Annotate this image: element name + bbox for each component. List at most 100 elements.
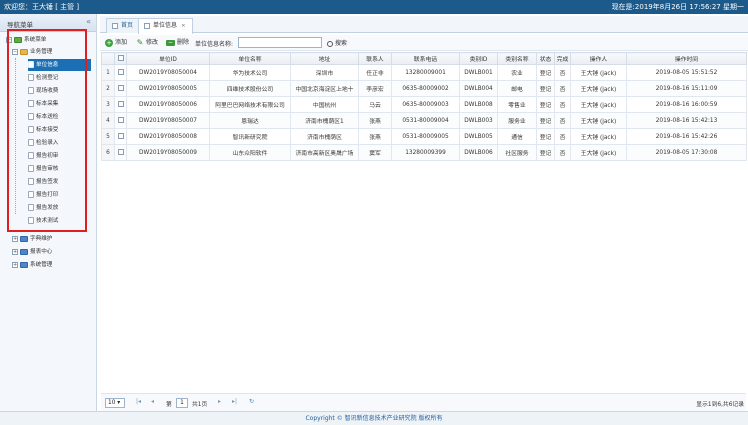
search-label: 单位信息名称:	[195, 41, 234, 48]
nav-item-business-5[interactable]: 标本接受	[28, 124, 58, 136]
page-number-input[interactable]: 1	[176, 398, 188, 408]
row-checkbox[interactable]	[117, 85, 124, 92]
search-input[interactable]	[238, 37, 322, 48]
nav-sidebar: 导航菜单 « − 系统菜单 − 业务管理 单位信息 检测登记 现场收费 标本采集 标本送检 标本接…	[0, 14, 97, 411]
nav-item-label: 报告审核	[36, 166, 59, 172]
page-icon	[28, 165, 34, 172]
collapse-toggle-icon[interactable]: −	[12, 48, 18, 55]
table-cell: DW2019Y08050006	[126, 96, 210, 113]
table-cell: 13280009399	[391, 144, 460, 161]
nav-root-system-menu[interactable]: − 系统菜单	[6, 34, 46, 46]
row-checkbox[interactable]	[117, 101, 124, 108]
table-cell: 济南市高新区奥晟广场	[290, 144, 359, 161]
page-icon	[28, 178, 34, 185]
row-checkbox[interactable]	[117, 133, 124, 140]
nav-group-bottom-0[interactable]: + 字典维护	[12, 233, 52, 245]
column-header[interactable]: 地址	[290, 52, 359, 65]
first-page-icon[interactable]: |◂	[136, 398, 141, 405]
table-cell: 零售业	[497, 96, 537, 113]
table-cell: DWLB005	[459, 128, 498, 145]
nav-item-label: 报告发放	[36, 205, 59, 211]
column-header[interactable]: 类别ID	[459, 52, 498, 65]
row-select-cell[interactable]	[114, 128, 127, 145]
page-prefix: 第	[166, 402, 172, 408]
unit-info-table: 单位ID 单位名称 地址 联系人 联系电话 类别ID 类别名称 状态 完成 操作…	[101, 52, 747, 161]
select-all-header[interactable]	[114, 52, 127, 65]
nav-item-business-7[interactable]: 报告初审	[28, 150, 58, 162]
select-all-checkbox[interactable]	[117, 55, 124, 62]
close-tab-icon[interactable]: ×	[181, 23, 186, 29]
row-select-cell[interactable]	[114, 80, 127, 97]
table-row[interactable]: 6 DW2019Y08050009 山东众阳软件 济南市高新区奥晟广场 窦军 132800…	[101, 144, 747, 161]
column-header[interactable]: 单位名称	[209, 52, 291, 65]
column-header[interactable]: 操作人	[570, 52, 627, 65]
nav-group-bottom-1[interactable]: + 报表中心	[12, 246, 52, 258]
table-cell: 2019-08-05 17:30:08	[626, 144, 747, 161]
expand-toggle-icon[interactable]: +	[12, 248, 18, 255]
nav-item-business-4[interactable]: 标本送检	[28, 111, 58, 123]
page-icon	[28, 191, 34, 198]
table-row[interactable]: 5 DW2019Y08050008 智讯新研究院 济南市槐荫区 张燕 0531-80009…	[101, 128, 747, 145]
table-row[interactable]: 4 DW2019Y08050007 恩瑞达 济南市槐荫区1 张燕 0531-8000900…	[101, 112, 747, 129]
nav-group-business[interactable]: − 业务管理	[12, 46, 52, 58]
next-page-icon[interactable]: ▸	[218, 398, 221, 405]
table-cell: 否	[554, 128, 571, 145]
edit-button[interactable]: ✎ 修改	[136, 38, 158, 48]
column-header[interactable]: 操作时间	[626, 52, 747, 65]
tab-home[interactable]: 首页	[106, 18, 141, 33]
nav-item-business-10[interactable]: 报告打印	[28, 189, 58, 201]
table-cell: 登记	[536, 96, 555, 113]
nav-item-business-1[interactable]: 检测登记	[28, 72, 58, 84]
nav-item-business-3[interactable]: 标本采集	[28, 98, 58, 110]
top-header: 欢迎您：王大锤 [ 主管 ] 现在是:2019年8月26日 17:56:27 星…	[0, 0, 748, 14]
page-size-select[interactable]: 10 ▾	[105, 398, 125, 408]
current-datetime: 现在是:2019年8月26日 17:56:27 星期一	[611, 3, 744, 11]
column-header[interactable]: 联系电话	[391, 52, 460, 65]
nav-item-business-12[interactable]: 技术测试	[28, 215, 58, 227]
row-select-cell[interactable]	[114, 64, 127, 81]
column-header[interactable]: 类别名称	[497, 52, 537, 65]
nav-group-bottom-2[interactable]: + 系统管理	[12, 259, 52, 271]
nav-item-business-8[interactable]: 报告审核	[28, 163, 58, 175]
row-checkbox[interactable]	[117, 69, 124, 76]
row-number: 3	[101, 96, 115, 113]
table-cell: 山东众阳软件	[209, 144, 291, 161]
table-row[interactable]: 1 DW2019Y08050004 华为技术公司 深圳市 任正非 13280009001 D…	[101, 64, 747, 81]
expand-toggle-icon[interactable]: +	[12, 261, 18, 268]
row-select-cell[interactable]	[114, 112, 127, 129]
search-button-label: 搜索	[335, 40, 348, 47]
table-cell: 0531-80009004	[391, 112, 460, 129]
nav-item-business-11[interactable]: 报告发放	[28, 202, 58, 214]
nav-item-label: 检验录入	[36, 140, 59, 146]
prev-page-icon[interactable]: ◂	[151, 398, 154, 405]
row-select-cell[interactable]	[114, 96, 127, 113]
row-select-cell[interactable]	[114, 144, 127, 161]
refresh-icon[interactable]: ↻	[249, 398, 254, 405]
table-cell: 否	[554, 144, 571, 161]
column-header[interactable]: 单位ID	[126, 52, 210, 65]
table-cell: 登记	[536, 80, 555, 97]
table-row[interactable]: 2 DW2019Y08050005 四维技术股份公司 中国北京海淀区上地十 李彦宏 063…	[101, 80, 747, 97]
column-header[interactable]: 状态	[536, 52, 555, 65]
last-page-icon[interactable]: ▸|	[232, 398, 237, 405]
nav-item-business-6[interactable]: 检验录入	[28, 137, 58, 149]
tab-unit-info[interactable]: 单位信息 ×	[138, 18, 193, 34]
row-checkbox[interactable]	[117, 117, 124, 124]
pencil-icon: ✎	[136, 37, 144, 47]
row-number: 1	[101, 64, 115, 81]
column-header[interactable]: 联系人	[358, 52, 392, 65]
nav-item-business-2[interactable]: 现场收费	[28, 85, 58, 97]
delete-button[interactable]: − 删除	[166, 38, 189, 48]
search-button[interactable]: 搜索	[327, 38, 347, 47]
nav-item-business-9[interactable]: 报告签发	[28, 176, 58, 188]
nav-item-business-0[interactable]: 单位信息	[28, 59, 91, 71]
table-cell: 华为技术公司	[209, 64, 291, 81]
collapse-sidebar-icon[interactable]: «	[86, 17, 91, 26]
row-checkbox[interactable]	[117, 149, 124, 156]
expand-toggle-icon[interactable]: +	[12, 235, 18, 242]
row-number-header	[101, 52, 115, 65]
table-row[interactable]: 3 DW2019Y08050006 阿里巴巴网络技术有限公司 中国杭州 马云 0635-8…	[101, 96, 747, 113]
collapse-toggle-icon[interactable]: −	[6, 36, 12, 43]
column-header[interactable]: 完成	[554, 52, 571, 65]
add-button[interactable]: + 添加	[105, 38, 127, 48]
